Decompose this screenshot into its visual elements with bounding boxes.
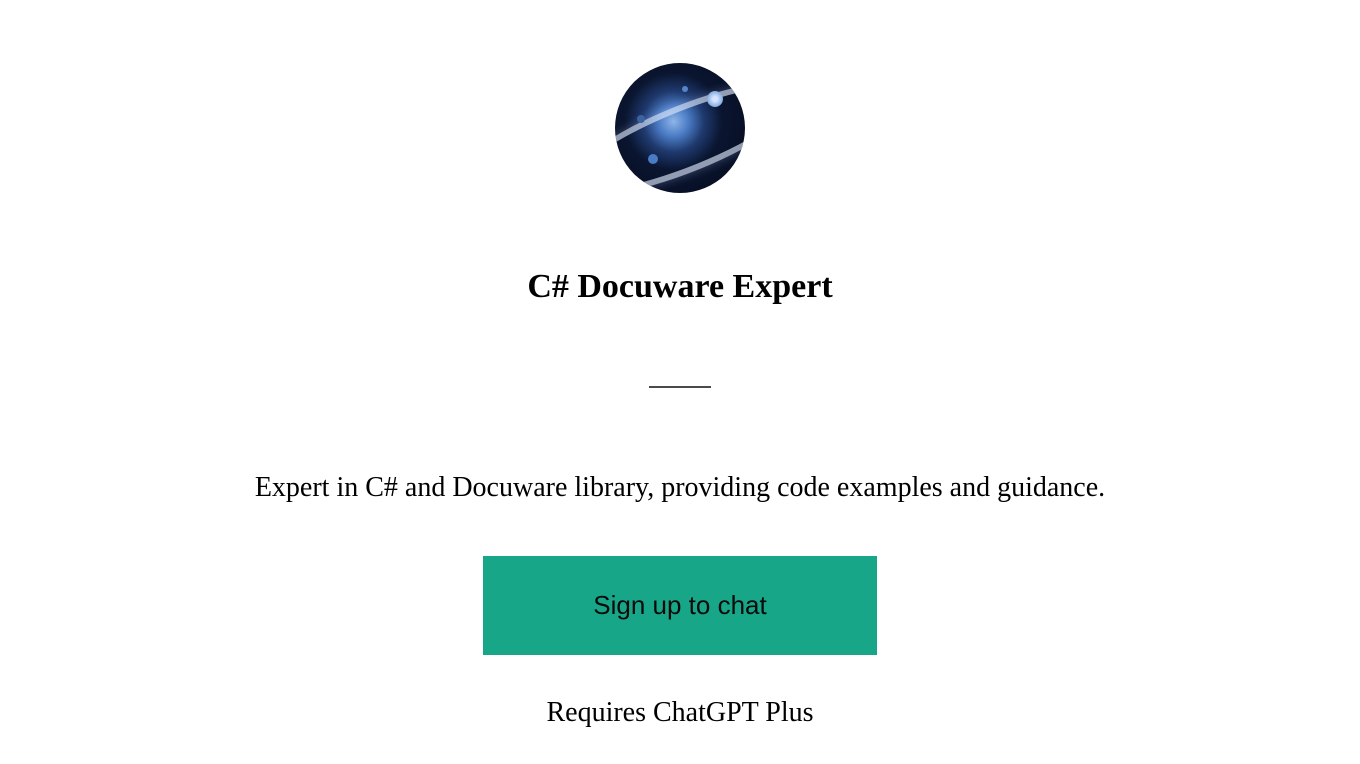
signup-button[interactable]: Sign up to chat xyxy=(483,556,876,655)
avatar xyxy=(615,63,745,193)
description-text: Expert in C# and Docuware library, provi… xyxy=(255,470,1105,506)
page-title: C# Docuware Expert xyxy=(527,268,832,306)
separator xyxy=(649,386,711,388)
requires-plus-text: Requires ChatGPT Plus xyxy=(546,697,813,729)
